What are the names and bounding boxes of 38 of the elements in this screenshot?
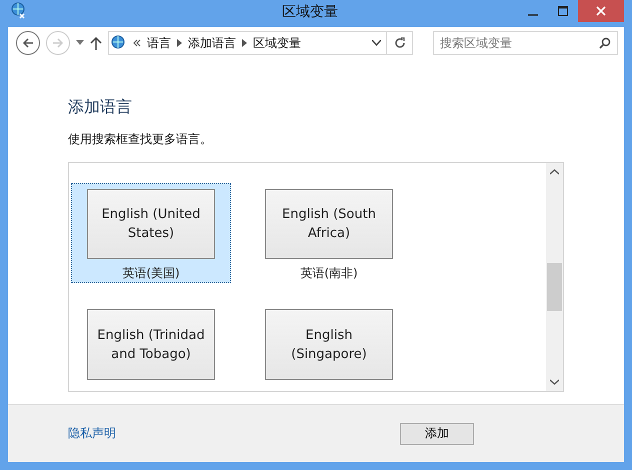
page-heading: 添加语言	[68, 97, 133, 118]
back-button[interactable]	[16, 31, 40, 55]
maximize-icon	[558, 6, 568, 16]
privacy-link[interactable]: 隐私声明	[68, 425, 116, 442]
globe-icon	[111, 35, 127, 51]
caret-icon[interactable]	[76, 40, 84, 46]
language-tile[interactable]: English (South Africa)	[265, 189, 393, 259]
right-arrow-icon	[52, 37, 64, 49]
language-item[interactable]: English (Singapore)	[249, 303, 409, 391]
scrollbar-thumb[interactable]	[547, 263, 562, 311]
chevron-icon	[177, 39, 182, 47]
language-label: 英语(南非)	[300, 265, 358, 282]
language-tile[interactable]: English (Singapore)	[265, 309, 393, 380]
scroll-down-icon[interactable]	[550, 379, 559, 385]
breadcrumb-item[interactable]: 区域变量	[253, 34, 301, 52]
close-button[interactable]	[578, 0, 624, 22]
language-item[interactable]: English (Trinidad and Tobago)	[71, 303, 231, 391]
add-button[interactable]: 添加	[400, 422, 474, 444]
double-chevron-icon	[133, 39, 141, 47]
chevron-icon	[242, 39, 247, 47]
language-item[interactable]: English (South Africa) 英语(南非)	[249, 183, 409, 283]
close-icon	[596, 6, 606, 16]
language-item[interactable]: English (United States) 英语(美国)	[71, 183, 231, 283]
address-bar[interactable]: 语言 添加语言 区域变量	[108, 31, 413, 55]
instruction-text: 使用搜索框查找更多语言。	[68, 131, 213, 148]
breadcrumb-item[interactable]: 语言	[147, 34, 171, 52]
search-field[interactable]: 搜索区域变量	[433, 31, 618, 55]
language-label: 英语(美国)	[122, 265, 180, 282]
window-title: 区域变量	[282, 2, 338, 20]
up-arrow-icon[interactable]	[90, 36, 102, 50]
left-arrow-icon	[22, 37, 34, 49]
scroll-up-icon[interactable]	[550, 169, 559, 175]
language-tile[interactable]: English (Trinidad and Tobago)	[87, 309, 215, 380]
breadcrumb-item[interactable]: 添加语言	[188, 34, 236, 52]
scrollbar[interactable]	[546, 163, 563, 391]
search-icon	[599, 37, 611, 49]
minimize-icon	[528, 14, 538, 16]
language-tile[interactable]: English (United States)	[87, 189, 215, 259]
